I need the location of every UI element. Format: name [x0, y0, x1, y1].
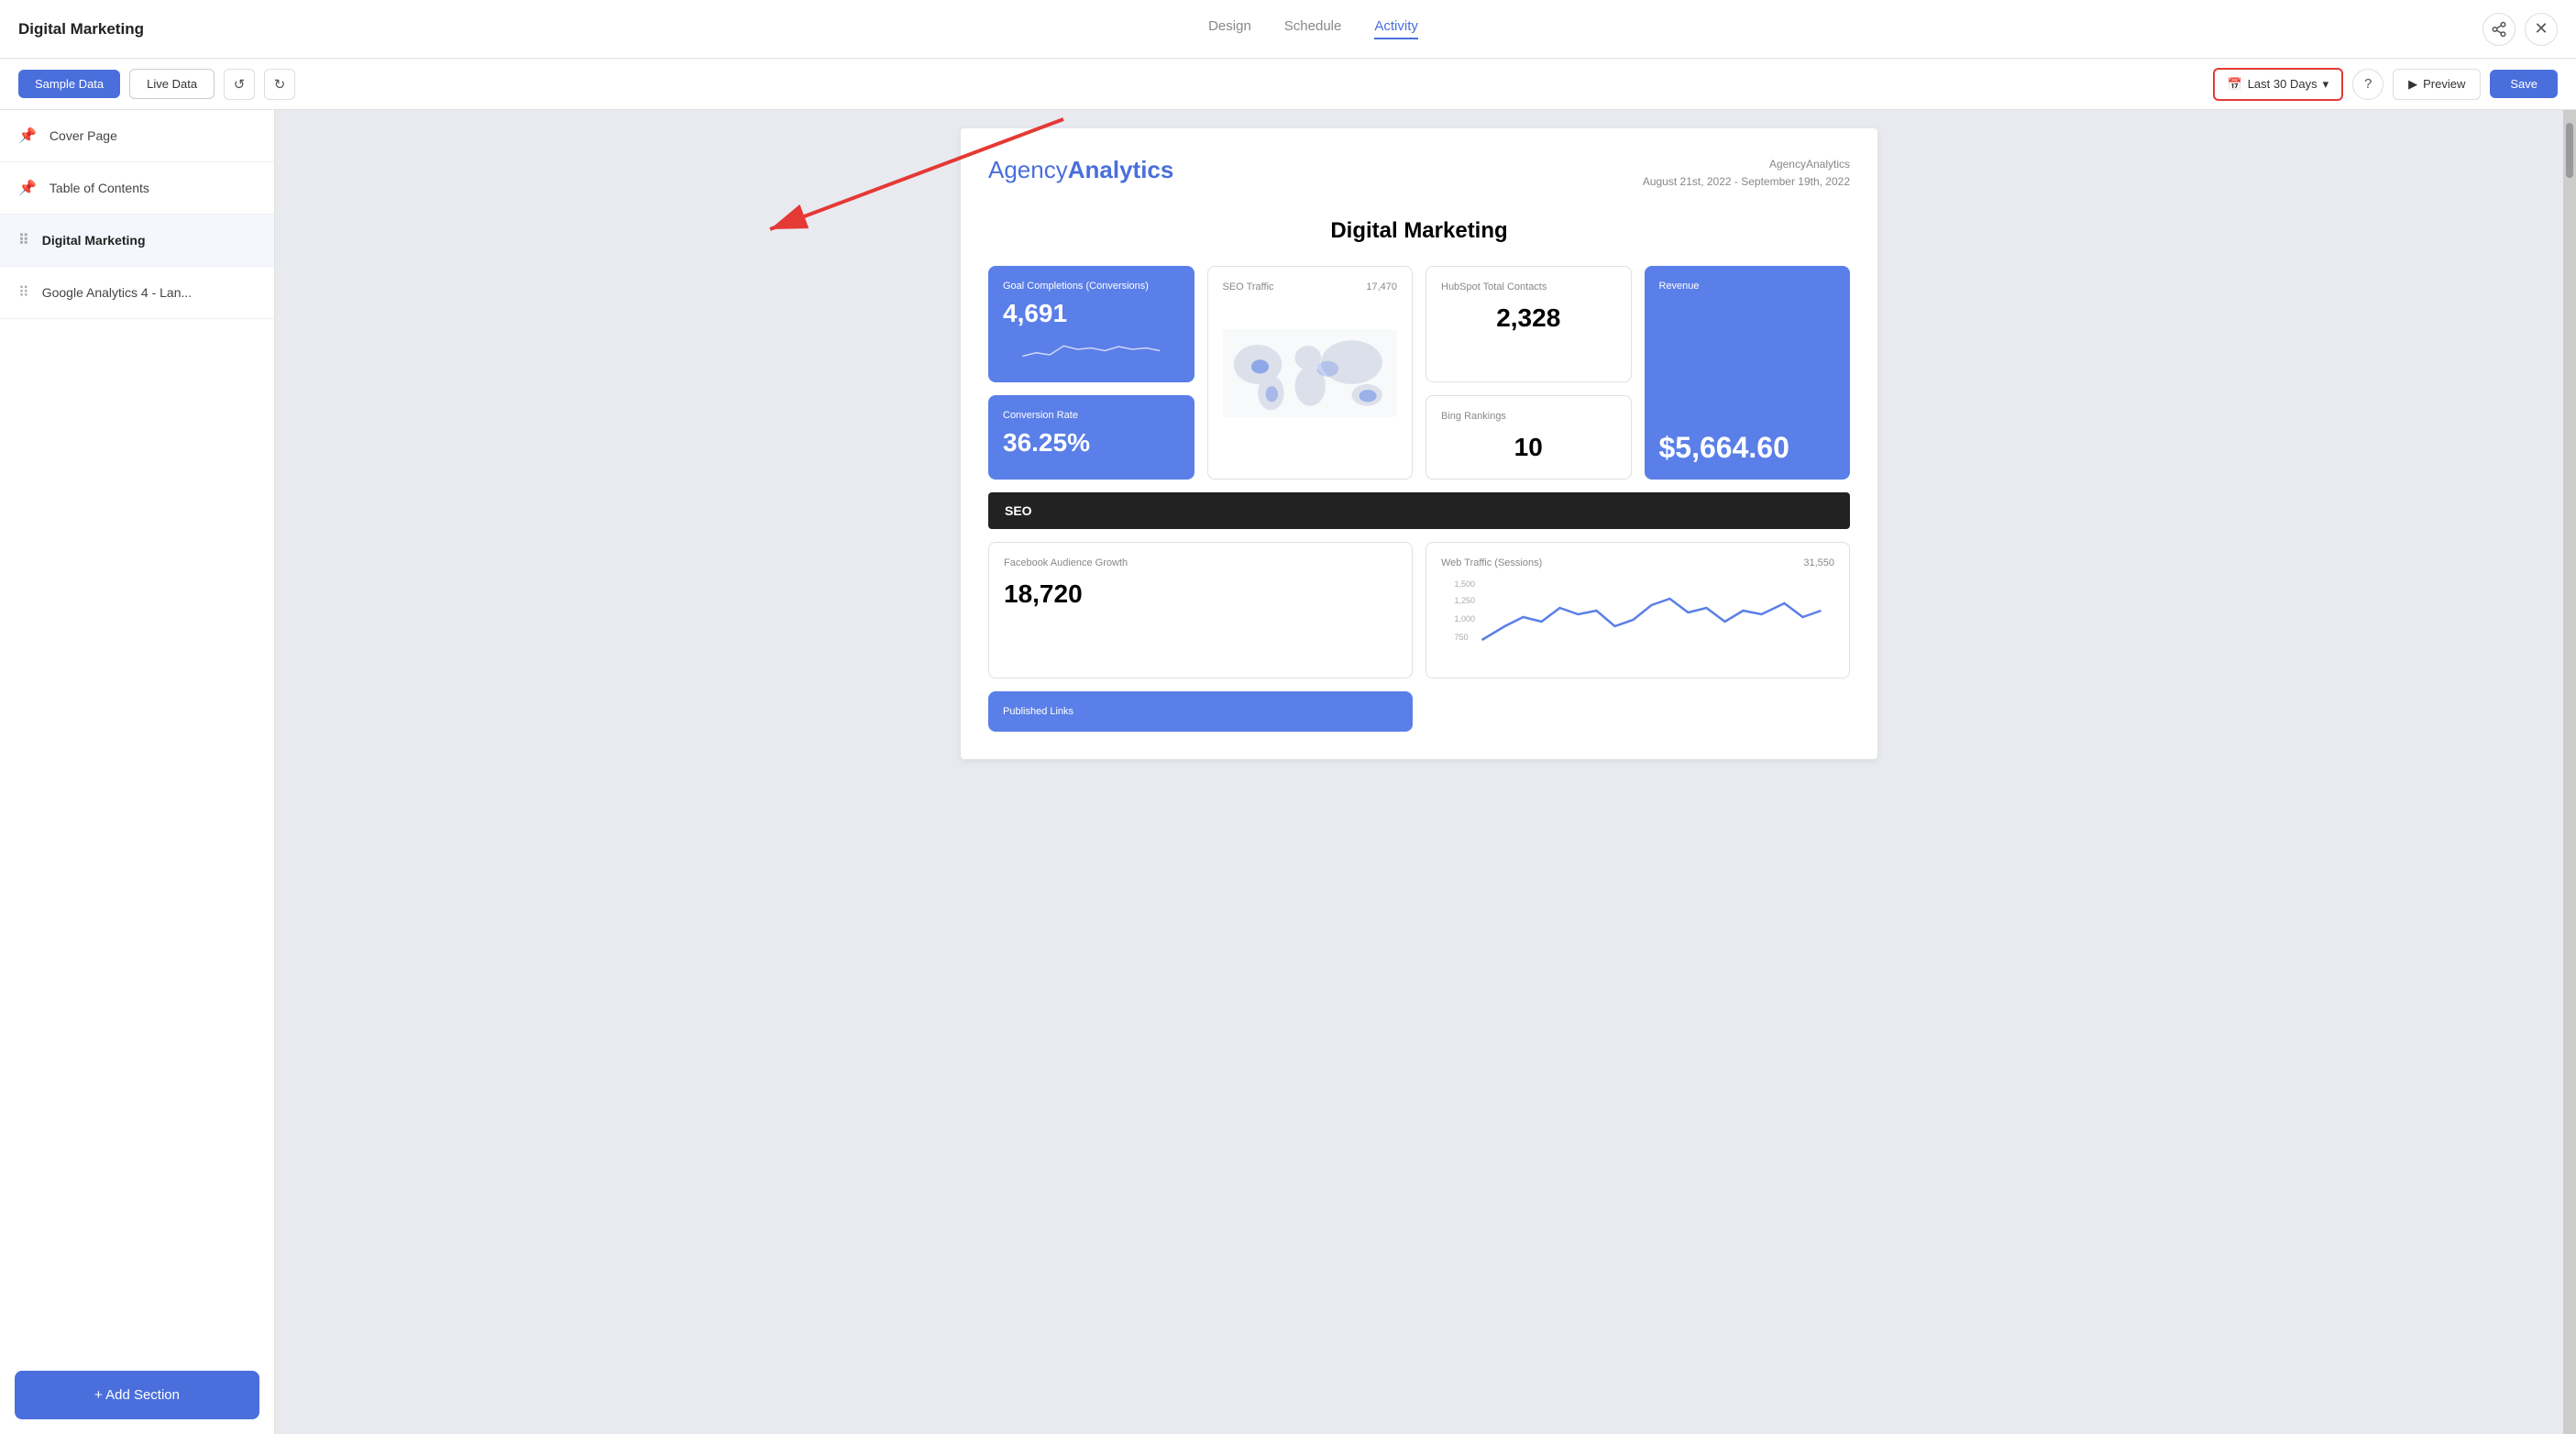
sample-data-button[interactable]: Sample Data [18, 70, 120, 98]
redo-button[interactable]: ↻ [264, 69, 295, 100]
subtoolbar: Sample Data Live Data ↺ ↻ 📅 Last 30 Days… [0, 59, 2576, 110]
sparkline-chart [1003, 336, 1180, 363]
report-header: Agency Analytics AgencyAnalytics August … [988, 156, 1850, 191]
widget-value: 31,550 [1803, 557, 1834, 568]
widget-value: $5,664.60 [1659, 431, 1836, 465]
widget-title: Web Traffic (Sessions) [1441, 557, 1542, 568]
widget-title: Goal Completions (Conversions) [1003, 281, 1180, 292]
date-range-button[interactable]: 📅 Last 30 Days ▾ [2213, 68, 2344, 101]
topbar: Digital Marketing Design Schedule Activi… [0, 0, 2576, 59]
bottom-widgets-grid: Facebook Audience Growth 18,720 Web Traf… [988, 542, 1850, 732]
widget-header: SEO Traffic 17,470 [1223, 281, 1398, 292]
drag-icon: ⠿ [18, 231, 29, 249]
widget-title: Revenue [1659, 281, 1836, 292]
widget-goal-completions: Goal Completions (Conversions) 4,691 [988, 266, 1194, 382]
add-section-button[interactable]: + Add Section [15, 1371, 259, 1419]
widget-value: 2,328 [1441, 303, 1616, 333]
widget-title: HubSpot Total Contacts [1441, 281, 1547, 292]
topbar-actions: ✕ [2482, 13, 2558, 46]
widget-title: Conversion Rate [1003, 410, 1180, 421]
pin-icon: 📌 [18, 179, 37, 197]
seo-section-header: SEO [988, 492, 1850, 529]
close-button[interactable]: ✕ [2525, 13, 2558, 46]
widget-bing-rankings: Bing Rankings 10 [1426, 395, 1632, 480]
sidebar-item-google-analytics[interactable]: ⠿ Google Analytics 4 - Lan... [0, 267, 274, 319]
widget-published-links: Published Links [988, 691, 1413, 732]
svg-text:750: 750 [1455, 633, 1469, 642]
help-button[interactable]: ? [2352, 69, 2383, 100]
play-icon: ▶ [2408, 77, 2417, 92]
undo-button[interactable]: ↺ [224, 69, 255, 100]
widget-header: Web Traffic (Sessions) 31,550 [1441, 557, 1834, 568]
svg-text:1,250: 1,250 [1455, 596, 1476, 605]
widget-header: HubSpot Total Contacts [1441, 281, 1616, 292]
widget-title: SEO Traffic [1223, 281, 1274, 292]
widget-value: 10 [1441, 433, 1616, 462]
report-meta: AgencyAnalytics August 21st, 2022 - Sept… [1643, 156, 1850, 191]
widget-value: 36.25% [1003, 428, 1180, 458]
tab-activity[interactable]: Activity [1374, 18, 1418, 39]
world-map [1223, 300, 1398, 447]
save-button[interactable]: Save [2490, 70, 2558, 98]
widget-hubspot-contacts: HubSpot Total Contacts 2,328 [1426, 266, 1632, 382]
widget-title: Bing Rankings [1441, 411, 1506, 422]
sidebar-item-cover-page[interactable]: 📌 Cover Page [0, 110, 274, 162]
report-page: Agency Analytics AgencyAnalytics August … [961, 128, 1877, 759]
content-area[interactable]: Agency Analytics AgencyAnalytics August … [275, 110, 2563, 1434]
report-logo: Agency Analytics [988, 156, 1173, 184]
widget-conversion-rate: Conversion Rate 36.25% [988, 395, 1194, 480]
widget-seo-traffic: SEO Traffic 17,470 [1207, 266, 1414, 480]
widget-revenue: Revenue $5,664.60 [1645, 266, 1851, 480]
widget-facebook-audience: Facebook Audience Growth 18,720 [988, 542, 1413, 678]
widget-value: 17,470 [1366, 281, 1397, 292]
app-title: Digital Marketing [18, 20, 144, 39]
widget-header: Bing Rankings [1441, 411, 1616, 422]
preview-button[interactable]: ▶ Preview [2393, 69, 2481, 100]
tab-design[interactable]: Design [1208, 18, 1251, 39]
tab-schedule[interactable]: Schedule [1284, 18, 1342, 39]
svg-text:1,500: 1,500 [1455, 579, 1476, 589]
pin-icon: 📌 [18, 127, 37, 145]
widgets-grid: Goal Completions (Conversions) 4,691 SEO… [988, 266, 1850, 480]
widget-web-traffic: Web Traffic (Sessions) 31,550 1,500 1,25… [1426, 542, 1850, 678]
top-tabs: Design Schedule Activity [144, 18, 2482, 39]
sidebar-item-digital-marketing[interactable]: ⠿ Digital Marketing [0, 215, 274, 267]
share-button[interactable] [2482, 13, 2515, 46]
traffic-chart: 1,500 1,250 1,000 750 [1441, 576, 1834, 658]
widget-title: Published Links [1003, 706, 1398, 717]
sidebar: 📌 Cover Page 📌 Table of Contents ⠿ Digit… [0, 110, 275, 1434]
svg-text:1,000: 1,000 [1455, 614, 1476, 623]
report-title: Digital Marketing [988, 218, 1850, 244]
right-scrollbar[interactable] [2563, 110, 2576, 1434]
widget-value: 18,720 [1004, 579, 1397, 609]
widget-title: Facebook Audience Growth [1004, 557, 1397, 568]
logo-agency: Agency [988, 156, 1068, 184]
live-data-button[interactable]: Live Data [129, 69, 215, 99]
drag-icon: ⠿ [18, 283, 29, 302]
main-layout: 📌 Cover Page 📌 Table of Contents ⠿ Digit… [0, 110, 2576, 1434]
widget-value: 4,691 [1003, 299, 1180, 328]
sidebar-item-table-of-contents[interactable]: 📌 Table of Contents [0, 162, 274, 215]
logo-analytics: Analytics [1068, 156, 1174, 184]
chevron-down-icon: ▾ [2323, 77, 2329, 92]
calendar-icon: 📅 [2228, 77, 2242, 92]
